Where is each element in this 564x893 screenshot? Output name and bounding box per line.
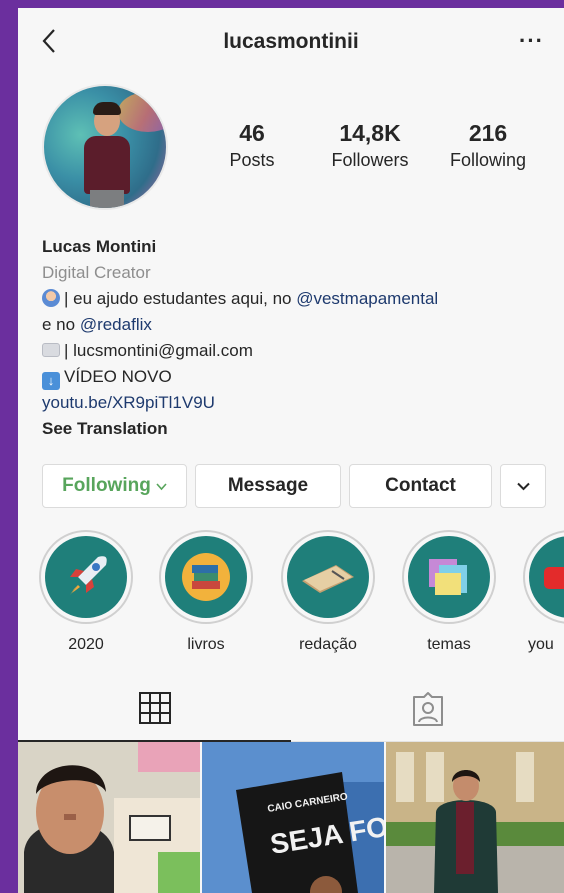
stat-posts-label: Posts: [229, 150, 275, 170]
stat-followers[interactable]: 14,8K Followers: [310, 120, 430, 171]
rocket-icon: [70, 556, 107, 595]
down-arrow-icon: ↓: [42, 372, 60, 390]
more-options-button[interactable]: ···: [519, 30, 544, 52]
bio-video-line: ↓ VÍDEO NOVO: [42, 364, 552, 390]
message-button[interactable]: Message: [195, 464, 341, 508]
profile-name: Lucas Montini: [42, 237, 157, 256]
stat-following-value: 216: [468, 120, 508, 146]
highlight-label: livros: [187, 636, 225, 653]
profile-tabs: [18, 676, 564, 742]
suggested-dropdown-button[interactable]: [500, 464, 546, 508]
stat-posts[interactable]: 46 Posts: [192, 120, 312, 171]
highlight-label: 2020: [68, 636, 104, 653]
stat-followers-label: Followers: [331, 150, 409, 170]
post-image: CAIO CARNEIRO SEJA FODA!: [202, 742, 384, 893]
story-highlights: 2020 livros redação temas you: [18, 530, 564, 660]
profile-category: Digital Creator: [42, 263, 151, 282]
profile-action-buttons: Following Message Contact: [42, 464, 552, 508]
sticky-notes-icon: [429, 559, 467, 595]
stat-following[interactable]: 216 Following: [428, 120, 548, 171]
top-bar: lucasmontinii ···: [18, 8, 564, 78]
highlight-2020[interactable]: 2020: [38, 530, 134, 654]
highlight-label: you: [528, 636, 554, 653]
chevron-down-icon: [516, 482, 530, 490]
highlight-livros[interactable]: livros: [158, 530, 254, 654]
post-thumbnail[interactable]: CAIO CARNEIRO SEJA FODA!: [202, 742, 384, 893]
stat-posts-value: 46: [239, 120, 265, 146]
see-translation-link[interactable]: See Translation: [42, 416, 552, 442]
stat-followers-value: 14,8K: [339, 120, 401, 146]
books-icon: [182, 553, 230, 601]
post-image: [18, 742, 200, 893]
contact-button[interactable]: Contact: [349, 464, 492, 508]
highlight-youtube[interactable]: you: [522, 530, 564, 654]
youtube-icon: [544, 567, 564, 589]
post-grid: CAIO CARNEIRO SEJA FODA!: [18, 742, 564, 893]
bio-email-line: | lucsmontini@gmail.com: [42, 338, 552, 364]
post-thumbnail[interactable]: [386, 742, 564, 893]
highlight-temas[interactable]: temas: [401, 530, 497, 654]
highlight-redacao[interactable]: redação: [280, 530, 376, 654]
profile-screen: lucasmontinii ··· 46 Posts 14,8K Followe…: [18, 8, 564, 893]
profile-bio: Lucas Montini Digital Creator | eu ajudo…: [42, 234, 552, 442]
grid-icon: [138, 692, 171, 724]
post-thumbnail[interactable]: [18, 742, 200, 893]
stat-following-label: Following: [449, 150, 527, 170]
bio-line-1: | eu ajudo estudantes aqui, no @vestmapa…: [42, 286, 552, 312]
tagged-person-icon: [412, 692, 443, 726]
more-dots-icon: ···: [519, 28, 544, 53]
mention-redaflix[interactable]: @redaflix: [80, 315, 152, 334]
envelope-icon: [42, 343, 60, 357]
bio-website-link[interactable]: youtu.be/XR9piTl1V9U: [42, 390, 552, 416]
post-image: [386, 742, 564, 893]
highlight-label: temas: [427, 636, 471, 653]
tab-posts-grid[interactable]: [18, 676, 291, 742]
following-button[interactable]: Following: [42, 464, 187, 508]
person-emoji-icon: [42, 289, 60, 307]
tab-tagged[interactable]: [291, 676, 564, 742]
notebook-icon: [302, 565, 354, 593]
profile-username: lucasmontinii: [223, 30, 359, 53]
highlight-label: redação: [299, 636, 357, 653]
bio-line-2: e no @redaflix: [42, 315, 152, 334]
profile-avatar[interactable]: [42, 84, 168, 210]
mention-vestmapamental[interactable]: @vestmapamental: [296, 289, 438, 308]
chevron-down-icon: [156, 483, 167, 491]
